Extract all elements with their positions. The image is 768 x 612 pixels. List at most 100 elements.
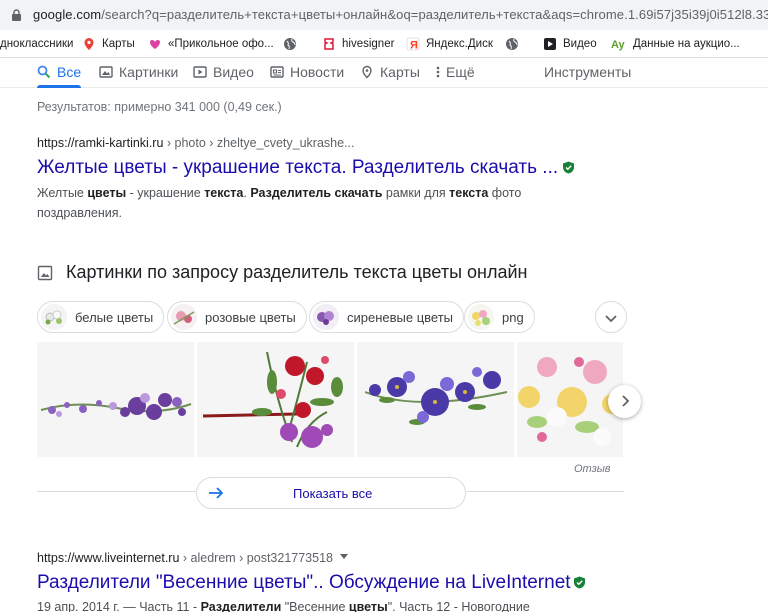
bookmark-label: hivesigner — [342, 38, 395, 50]
bookmark-globe-1[interactable] — [283, 30, 303, 58]
chip-thumbnail — [313, 304, 339, 330]
tab-more[interactable]: Ещё — [434, 62, 475, 82]
more-vert-icon — [436, 66, 440, 78]
result-2-breadcrumb: › aledrem › post321773518 — [179, 551, 333, 565]
bookmark-hivesigner[interactable]: hivesigner — [322, 30, 394, 58]
divider-right — [466, 491, 624, 492]
result-1-breadcrumb: › photo › zheltye_cvety_ukrashe... — [163, 136, 355, 150]
chevron-right-icon — [622, 395, 630, 407]
image-result-red-flowers[interactable] — [197, 342, 354, 457]
tab-images[interactable]: Картинки — [99, 62, 178, 82]
result-stats: Результатов: примерно 341 000 (0,49 сек.… — [37, 100, 282, 114]
snippet-bold: Разделитель скачать — [250, 186, 383, 200]
bookmark-video[interactable]: Видео — [543, 30, 597, 58]
snippet-text: рамки для — [382, 186, 450, 200]
tab-maps[interactable]: Карты — [360, 62, 420, 82]
url-text[interactable]: google.com/search?q=разделитель+текста+ц… — [33, 7, 768, 22]
bookmarks-bar: дноклассники Карты «Прикольное офо... hi… — [0, 30, 768, 58]
chip-lilac-flowers[interactable]: сиреневые цветы — [309, 301, 465, 333]
url-path: /search?q=разделитель+текста+цветы+онлай… — [101, 7, 768, 22]
verified-shield-icon — [573, 576, 585, 589]
result-1-title-text: Желтые цветы - украшение текста. Раздели… — [37, 157, 559, 178]
active-tab-indicator — [37, 85, 81, 88]
bookmark-maps[interactable]: Карты — [82, 30, 135, 58]
chips-expand-button[interactable] — [595, 301, 627, 333]
divider-left — [37, 491, 196, 492]
news-icon — [270, 66, 284, 78]
chip-label: сиреневые цветы — [347, 309, 454, 325]
play-icon — [193, 66, 207, 78]
address-bar[interactable]: google.com/search?q=разделитель+текста+ц… — [0, 0, 768, 30]
hivesigner-icon — [324, 38, 334, 50]
bookmark-label: Карты — [102, 38, 135, 50]
svg-text:Ay: Ay — [611, 39, 626, 51]
result-1-title[interactable]: Желтые цветы - украшение текста. Раздели… — [37, 157, 575, 179]
feedback-link[interactable]: Отзыв — [574, 463, 611, 475]
heart-icon — [150, 40, 160, 49]
chip-png[interactable]: png — [464, 301, 535, 333]
snippet-bold: цветы — [87, 186, 127, 200]
images-section-heading: Картинки по запросу разделитель текста ц… — [37, 262, 527, 283]
chip-white-flowers[interactable]: белые цветы — [37, 301, 165, 333]
verified-shield-icon — [563, 161, 575, 174]
chip-thumbnail — [468, 304, 494, 330]
show-all-button[interactable]: Показать все — [196, 477, 466, 509]
image-result-purple-flowers[interactable] — [357, 342, 514, 457]
bookmark-yandex-disk[interactable]: Я Яндекс.Диск — [406, 30, 493, 58]
globe-icon — [506, 38, 518, 50]
bookmark-label: дноклассники — [0, 38, 74, 50]
chip-thumbnail — [41, 304, 67, 330]
image-icon — [99, 66, 113, 78]
tab-news[interactable]: Новости — [270, 62, 344, 82]
result-1-url[interactable]: https://ramki-kartinki.ru › photo › zhel… — [37, 136, 355, 150]
tab-video[interactable]: Видео — [193, 62, 254, 82]
bookmark-auction[interactable]: Ay Данные на аукцио... — [611, 30, 740, 58]
chip-pink-flowers[interactable]: розовые цветы — [167, 301, 307, 333]
snippet-text: "Весенние — [281, 600, 349, 612]
bookmark-label: Данные на аукцио... — [633, 38, 740, 50]
bookmark-funny[interactable]: «Прикольное офо... — [148, 30, 274, 58]
caret-down-icon — [340, 554, 348, 559]
images-section-title: Картинки по запросу разделитель текста ц… — [66, 262, 528, 282]
tab-label: Инструменты — [544, 64, 632, 80]
snippet-text: - украшение — [126, 186, 205, 200]
image-result-lilac-border[interactable] — [37, 342, 194, 457]
arrow-right-icon — [209, 487, 224, 499]
bookmark-odnoklassniki[interactable]: дноклассники — [0, 30, 73, 58]
svg-text:Я: Я — [410, 40, 418, 52]
result-2-snippet: 19 апр. 2014 г. — Часть 11 - Разделители… — [37, 597, 530, 612]
result-2-site: https://www.liveinternet.ru — [37, 551, 180, 565]
result-2-title[interactable]: Разделители "Весенние цветы".. Обсуждени… — [37, 572, 586, 594]
snippet-text: 19 апр. 2014 г. — Часть 11 - — [37, 600, 201, 612]
tab-label: Карты — [380, 64, 420, 80]
result-2-title-text: Разделители "Весенние цветы".. Обсуждени… — [37, 572, 571, 593]
bookmark-label: «Прикольное офо... — [168, 38, 274, 50]
search-tabs: Все Картинки Видео Новости Карты Ещё Инс… — [0, 58, 768, 88]
chip-label: розовые цветы — [205, 309, 296, 325]
ay-icon: Ay — [611, 39, 626, 51]
search-icon — [37, 65, 51, 79]
snippet-text: Желтые — [37, 186, 88, 200]
images-next-button[interactable] — [608, 385, 641, 418]
snippet-bold: цветы — [348, 600, 388, 612]
snippet-bold: текста — [204, 186, 244, 200]
lock-icon — [12, 9, 21, 21]
result-1-site: https://ramki-kartinki.ru — [37, 136, 164, 150]
snippet-bold: Разделители — [200, 600, 282, 612]
tab-all[interactable]: Все — [37, 62, 81, 82]
tab-tools[interactable]: Инструменты — [544, 62, 631, 82]
yandex-icon: Я — [406, 37, 420, 51]
bookmark-globe-2[interactable] — [505, 30, 525, 58]
snippet-text: ". Часть 12 - Новогодние — [387, 600, 530, 612]
image-icon — [37, 265, 53, 280]
pin-icon — [362, 65, 372, 79]
result-1-snippet: Желтые цветы - украшение текста. Раздели… — [37, 183, 557, 223]
maps-pin-icon — [84, 38, 94, 50]
chip-thumbnail — [171, 304, 197, 330]
result-2-url[interactable]: https://www.liveinternet.ru › aledrem › … — [37, 551, 349, 565]
video-icon — [544, 38, 556, 50]
chip-label: png — [502, 309, 524, 325]
tab-label: Видео — [213, 64, 254, 80]
snippet-bold: текста — [449, 186, 489, 200]
globe-icon — [284, 38, 296, 50]
